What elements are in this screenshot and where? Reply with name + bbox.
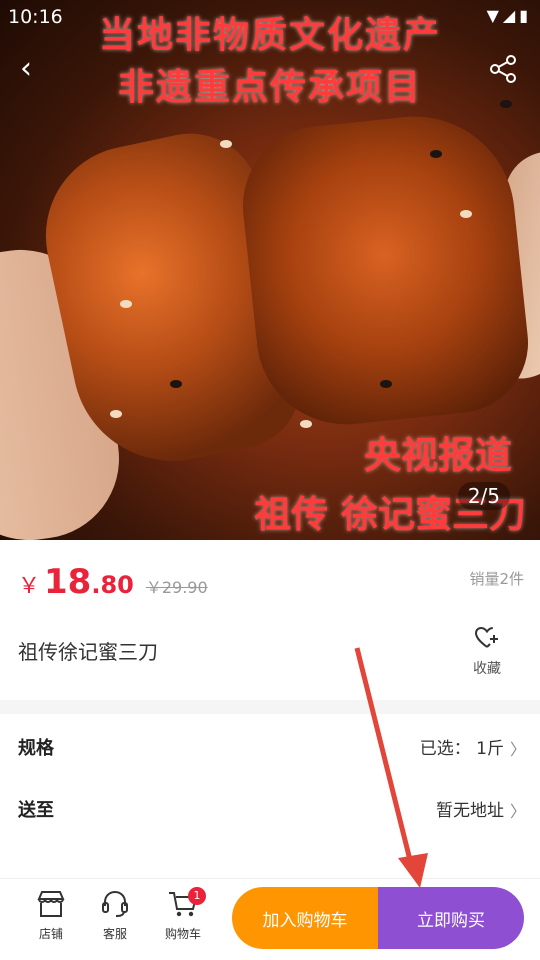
spec-key: 规格 xyxy=(18,738,54,759)
chevron-right-icon: 〉 xyxy=(509,802,526,821)
shop-icon xyxy=(37,891,65,917)
product-detail-page: 10:16 ▼◢▮ 当地非物质文化遗产 非遗重点传承项目 央视报道 祖传 徐记蜜… xyxy=(0,0,540,960)
spec-row-size[interactable]: 规格 已选： 1斤 〉 xyxy=(0,714,540,776)
sesame-seed xyxy=(380,380,392,388)
chevron-left-icon: ‹ xyxy=(20,51,32,86)
spec-row-address[interactable]: 送至 暂无地址 〉 xyxy=(0,776,540,838)
sesame-seed xyxy=(220,140,232,148)
hero-headline-1: 当地非物质文化遗产 xyxy=(98,15,441,56)
chevron-right-icon: 〉 xyxy=(509,740,526,759)
headset-icon xyxy=(102,890,128,917)
sesame-seed xyxy=(460,210,472,218)
shop-tab[interactable]: 店铺 xyxy=(22,889,80,942)
currency-symbol: ￥ xyxy=(18,574,41,599)
spec-key: 送至 xyxy=(18,800,54,821)
add-to-cart-button[interactable]: 加入购物车 xyxy=(232,887,378,949)
product-info: ￥ 18 .80 ￥29.90 销量2件 祖传徐记蜜三刀 收藏 xyxy=(0,540,540,700)
heart-plus-icon xyxy=(474,626,498,648)
price-decimal: .80 xyxy=(91,571,134,599)
product-title: 祖传徐记蜜三刀 xyxy=(18,640,158,664)
buy-now-button[interactable]: 立即购买 xyxy=(378,887,524,949)
favorite-label: 收藏 xyxy=(473,661,501,677)
hero-headline-2: 非遗重点传承项目 xyxy=(117,67,422,108)
bottom-action-bar: 店铺 客服 购物车 1 加入购物车 立即购买 xyxy=(0,878,540,960)
sesame-seed xyxy=(430,150,442,158)
service-label: 客服 xyxy=(102,927,127,941)
hero-caption-1: 央视报道 xyxy=(364,434,512,477)
sesame-seed xyxy=(110,410,122,418)
sales-count: 销量2件 xyxy=(469,570,524,588)
original-price: ￥29.90 xyxy=(145,578,208,597)
spec-value: 暂无地址 xyxy=(436,801,504,821)
service-tab[interactable]: 客服 xyxy=(86,889,144,942)
price-row: ￥ 18 .80 ￥29.90 xyxy=(18,562,208,602)
shop-label: 店铺 xyxy=(38,927,63,941)
cart-label: 购物车 xyxy=(164,927,201,941)
price-integer: 18 xyxy=(44,562,92,602)
image-counter: 2/5 xyxy=(457,482,510,510)
share-button[interactable] xyxy=(486,52,520,86)
spec-value: 已选： 1斤 xyxy=(419,739,504,759)
cart-tab[interactable]: 购物车 1 xyxy=(154,887,212,942)
sesame-seed xyxy=(300,420,312,428)
back-button[interactable]: ‹ xyxy=(20,52,50,86)
sesame-seed xyxy=(120,300,132,308)
sesame-seed xyxy=(170,380,182,388)
share-icon xyxy=(490,55,516,83)
product-image-carousel[interactable]: 10:16 ▼◢▮ 当地非物质文化遗产 非遗重点传承项目 央视报道 祖传 徐记蜜… xyxy=(0,0,540,540)
cart-badge: 1 xyxy=(188,887,206,905)
favorite-button[interactable]: 收藏 xyxy=(470,626,504,678)
